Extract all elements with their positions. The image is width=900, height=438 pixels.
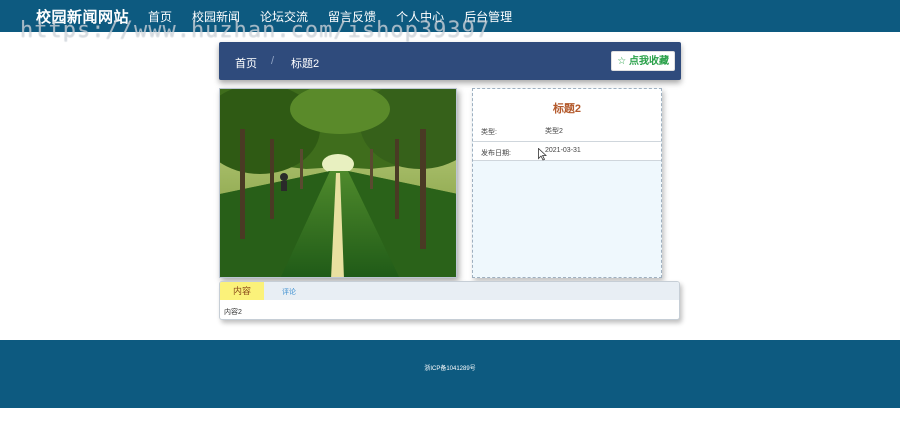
breadcrumb-home-link[interactable]: 首页	[235, 55, 257, 71]
site-brand[interactable]: 校园新闻网站	[36, 6, 129, 27]
nav-item-admin[interactable]: 后台管理	[464, 8, 512, 25]
mouse-cursor-icon	[538, 148, 547, 161]
tab-content-body: 内容2	[224, 309, 242, 316]
footer: 浙ICP备1041289号	[0, 340, 900, 408]
nav-item-forum[interactable]: 论坛交流	[260, 8, 308, 25]
detail-value: 2021-03-31	[545, 147, 581, 154]
detail-title: 标题2	[552, 103, 582, 115]
detail-row-date: 发布日期: 2021-03-31	[473, 141, 661, 161]
tree-lined-road-photo-icon	[220, 89, 456, 277]
news-photo	[219, 88, 457, 278]
detail-value: 类型2	[545, 128, 563, 135]
detail-row-type: 类型: 类型2	[473, 121, 661, 141]
footer-icp: 浙ICP备1041289号	[424, 366, 476, 372]
breadcrumb-current: 标题2	[291, 58, 320, 70]
detail-label: 发布日期:	[481, 150, 511, 157]
news-detail-panel: 标题2 类型: 类型2 发布日期: 2021-03-31	[472, 88, 662, 278]
breadcrumb-separator: /	[271, 55, 275, 67]
tab-comments[interactable]: 评论	[282, 287, 296, 297]
breadcrumb: 首页 / 标题2 ☆ 点我收藏	[219, 42, 681, 80]
detail-label: 类型:	[481, 129, 497, 136]
nav-item-feedback[interactable]: 留言反馈	[328, 8, 376, 25]
content-tabs: 内容 评论 内容2	[219, 281, 680, 320]
nav-item-home[interactable]: 首页	[148, 8, 172, 25]
main-nav: 首页 校园新闻 论坛交流 留言反馈 个人中心 后台管理	[148, 8, 532, 25]
tab-bar: 内容 评论	[220, 282, 679, 300]
tab-content[interactable]: 内容	[220, 282, 264, 300]
nav-item-news[interactable]: 校园新闻	[192, 8, 240, 25]
top-header: 校园新闻网站 首页 校园新闻 论坛交流 留言反馈 个人中心 后台管理	[0, 0, 900, 32]
favorite-button[interactable]: ☆ 点我收藏	[611, 51, 675, 71]
nav-item-profile[interactable]: 个人中心	[396, 8, 444, 25]
